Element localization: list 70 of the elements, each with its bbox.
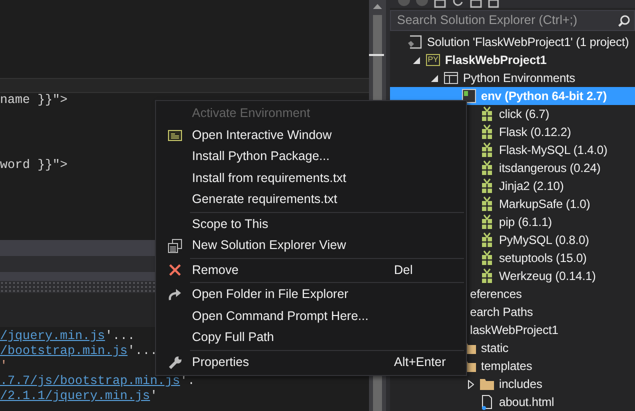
- expanded-arrow-icon[interactable]: [413, 56, 420, 64]
- tree-item-label: earch Paths: [470, 304, 533, 321]
- code-line: name }}">: [0, 93, 68, 108]
- tree-item-label: templates: [481, 358, 532, 375]
- code-line: word }}">: [0, 158, 68, 173]
- scroll-up-icon[interactable]: [373, 4, 382, 9]
- package-icon: [479, 106, 495, 122]
- tree-item[interactable]: includes: [390, 375, 635, 393]
- menu-item[interactable]: Properties Alt+Enter: [158, 352, 464, 373]
- output-line: /bootstrap.min.js'...: [0, 344, 158, 359]
- package-icon: [479, 214, 495, 230]
- package-icon: [479, 124, 495, 140]
- output-line: ': [0, 359, 8, 374]
- refresh-icon[interactable]: [452, 0, 464, 8]
- tree-item-label: pip (6.1.1): [499, 214, 552, 231]
- collapsed-arrow-icon[interactable]: [468, 380, 474, 388]
- tree-item-label: Werkzeug (0.14.1): [499, 268, 596, 285]
- tree-item-label: about.html: [499, 394, 554, 411]
- close-icon: [169, 264, 181, 276]
- redo-arrow-icon: [168, 288, 182, 301]
- tree-item[interactable]: Python Environments: [390, 69, 635, 87]
- tree-item-label: Jinja2 (2.10): [499, 178, 564, 195]
- tree-item-label: Python Environments: [463, 70, 576, 87]
- tree-item-label: click (6.7): [499, 106, 550, 123]
- package-icon: [479, 196, 495, 212]
- python-project-icon: PY: [426, 54, 440, 66]
- package-icon: [479, 250, 495, 266]
- console-window-icon: [168, 130, 182, 141]
- file-link[interactable]: /2.1.1/jquery.min.js: [0, 389, 150, 403]
- solution-icon: [407, 34, 423, 50]
- window-icon: [443, 70, 459, 86]
- tree-item-label: MarkupSafe (1.0): [499, 196, 590, 213]
- stacked-windows-icon: [168, 238, 182, 253]
- menu-item[interactable]: Open Command Prompt Here...: [158, 306, 464, 327]
- folder-icon: [479, 376, 495, 392]
- package-icon: [479, 232, 495, 248]
- package-icon: [479, 178, 495, 194]
- file-icon: [479, 394, 495, 410]
- package-icon: [479, 142, 495, 158]
- tree-item-label: FlaskWebProject1: [445, 52, 547, 69]
- file-link[interactable]: /bootstrap.min.js: [0, 344, 128, 358]
- tree-item-label: itsdangerous (0.24): [499, 160, 600, 177]
- tree-item-label: env (Python 64-bit 2.7): [481, 88, 607, 105]
- output-line: /2.1.1/jquery.min.js': [0, 389, 158, 404]
- shortcut-label: Del: [394, 262, 414, 279]
- search-field[interactable]: Search Solution Explorer (Ctrl+;): [390, 10, 635, 31]
- tree-item-label: PyMySQL (0.8.0): [499, 232, 590, 249]
- tree-item-label: eferences: [470, 286, 522, 303]
- file-link[interactable]: /jquery.min.js: [0, 329, 106, 343]
- tree-item[interactable]: PY FlaskWebProject1: [390, 51, 635, 69]
- tree-item-label: setuptools (15.0): [499, 250, 587, 267]
- tree-item-label: static: [481, 340, 508, 357]
- menu-item[interactable]: Remove Del: [158, 260, 464, 281]
- package-icon: [479, 268, 495, 284]
- tree-item-label: Flask (0.12.2): [499, 124, 571, 141]
- tree-item[interactable]: Solution 'FlaskWebProject1' (1 project): [390, 33, 635, 51]
- search-icon[interactable]: [618, 14, 630, 27]
- package-icon: [479, 160, 495, 176]
- tree-item-label: includes: [499, 376, 542, 393]
- tree-item-label: Flask-MySQL (1.4.0): [499, 142, 608, 159]
- tree-item-label: Solution 'FlaskWebProject1' (1 project): [427, 34, 629, 51]
- output-line: /jquery.min.js'...: [0, 329, 136, 344]
- expanded-arrow-icon[interactable]: [431, 74, 438, 82]
- wrench-icon: [168, 356, 182, 369]
- menu-item[interactable]: Copy Full Path: [158, 327, 464, 348]
- shortcut-label: Alt+Enter: [394, 354, 447, 371]
- tree-item-label: laskWebProject1: [470, 322, 558, 339]
- file-link[interactable]: .7.7/js/bootstrap.min.js: [0, 374, 180, 388]
- menu-item[interactable]: Open Folder in File Explorer: [158, 284, 464, 306]
- tree-item[interactable]: about.html: [390, 393, 635, 411]
